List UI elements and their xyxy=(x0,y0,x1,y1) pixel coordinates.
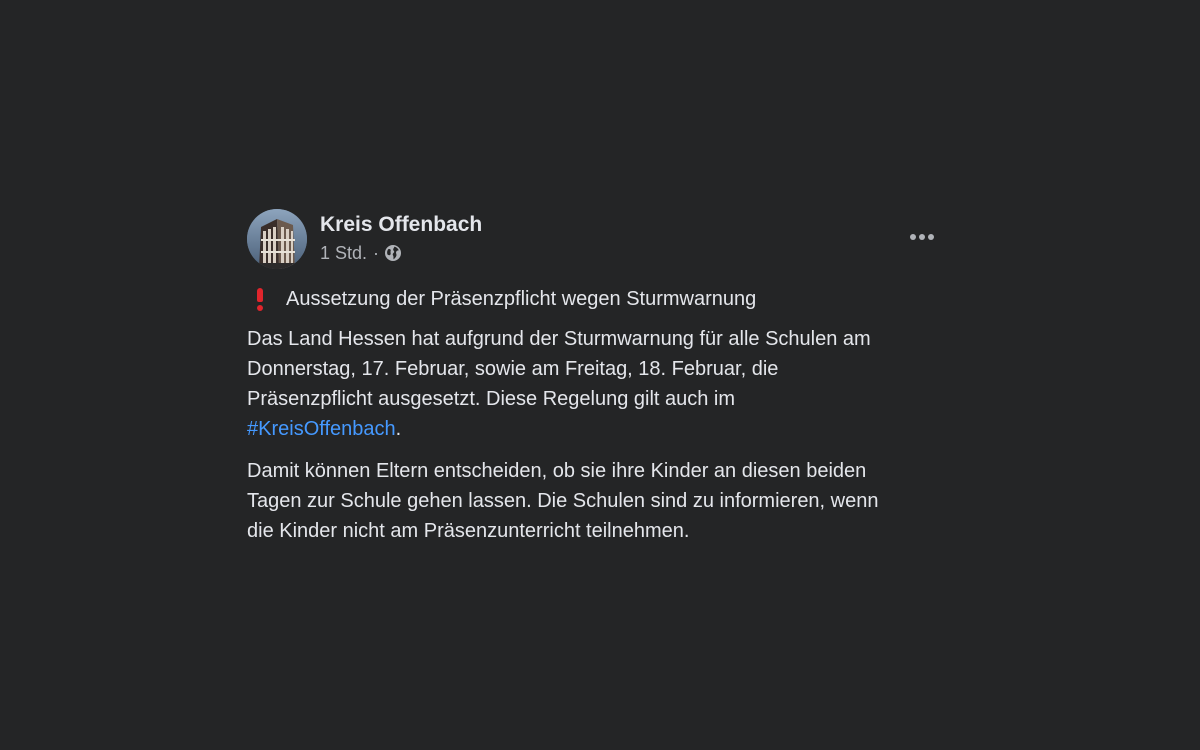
hashtag-link[interactable]: #KreisOffenbach xyxy=(247,418,396,440)
post-card: Kreis Offenbach 1 Std. · Aussetzung der … xyxy=(247,209,939,546)
meta-separator: · xyxy=(373,242,380,263)
author-name[interactable]: Kreis Offenbach xyxy=(320,212,482,238)
paragraph-line: Präsenzpflicht ausgesetzt. Diese Regelun… xyxy=(247,388,736,410)
paragraph-line: die Kinder nicht am Präsenzunterricht te… xyxy=(247,520,690,542)
building-photo-icon xyxy=(247,209,307,269)
more-options-button[interactable] xyxy=(905,225,939,249)
post-headline: Aussetzung der Präsenzpflicht wegen Stur… xyxy=(247,284,939,314)
paragraph-line: Donnerstag, 17. Februar, sowie am Freita… xyxy=(247,358,779,380)
post-header: Kreis Offenbach 1 Std. · xyxy=(247,209,939,271)
headline-text: Aussetzung der Präsenzpflicht wegen Stur… xyxy=(286,288,757,310)
paragraph-line: Das Land Hessen hat aufgrund der Sturmwa… xyxy=(247,328,871,350)
more-dot xyxy=(928,234,934,240)
post-body: Aussetzung der Präsenzpflicht wegen Stur… xyxy=(247,284,939,546)
globe-icon[interactable] xyxy=(384,244,402,262)
post-timestamp[interactable]: 1 Std. xyxy=(320,243,367,264)
post-meta: 1 Std. · xyxy=(320,242,402,264)
paragraph-line: Damit können Eltern entscheiden, ob sie … xyxy=(247,460,867,482)
more-dot xyxy=(919,234,925,240)
page-avatar[interactable] xyxy=(247,209,307,269)
post-paragraph-2: Damit können Eltern entscheiden, ob sie … xyxy=(247,456,939,546)
post-paragraph-1: Das Land Hessen hat aufgrund der Sturmwa… xyxy=(247,324,939,444)
exclamation-icon xyxy=(253,287,267,311)
hashtag-suffix: . xyxy=(395,418,402,440)
paragraph-line: Tagen zur Schule gehen lassen. Die Schul… xyxy=(247,490,879,512)
more-dot xyxy=(910,234,916,240)
